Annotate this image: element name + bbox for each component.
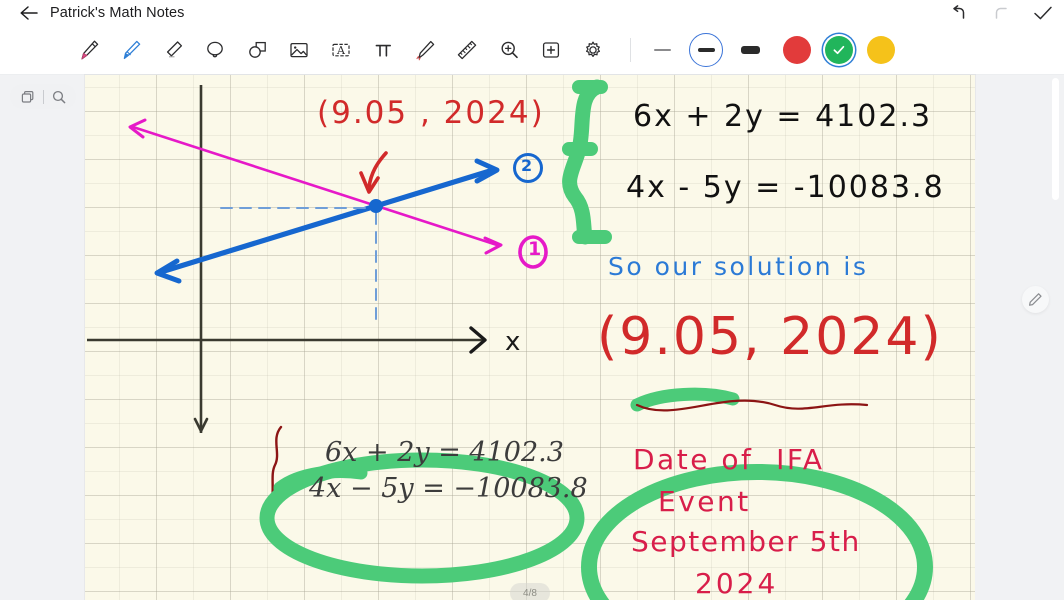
coordinate-annotation: (9.05 , 2024) <box>317 95 545 131</box>
pen-icon <box>81 40 99 60</box>
math-tool[interactable] <box>362 31 404 69</box>
page-tools-pill <box>10 84 76 109</box>
undo-icon <box>953 5 965 19</box>
intersection-point <box>369 199 383 213</box>
done-button[interactable] <box>1032 2 1054 24</box>
stroke-width-thin[interactable] <box>645 33 679 67</box>
highlighter-icon <box>123 40 141 60</box>
ruler-icon <box>457 40 477 60</box>
redo-icon <box>995 7 1007 19</box>
color-red[interactable] <box>783 36 811 64</box>
color-yellow[interactable] <box>867 36 895 64</box>
typeset-equation-1: 6x + 2y = 4102.3 <box>325 437 564 468</box>
color-palette <box>783 36 895 64</box>
checkmark-icon <box>1034 6 1052 20</box>
back-arrow-icon <box>20 6 38 20</box>
undo-button[interactable] <box>948 2 970 24</box>
redo-button[interactable] <box>990 2 1012 24</box>
badge-label-1: 1 <box>528 238 543 260</box>
zoom-tool[interactable] <box>488 31 530 69</box>
svg-text:A: A <box>336 44 346 57</box>
page-counter: 4/8 <box>510 583 550 600</box>
ruler-tool[interactable] <box>446 31 488 69</box>
add-tool[interactable] <box>530 31 572 69</box>
settings-tool[interactable] <box>572 31 614 69</box>
note-line-2: Event <box>658 485 751 518</box>
eraser-tool[interactable] <box>152 31 194 69</box>
stroke-width-group <box>645 33 767 67</box>
add-page-icon <box>542 42 560 58</box>
system-equation-2: 4x - 5y = -10083.8 <box>626 170 945 205</box>
x-axis-label: x <box>505 327 520 357</box>
search-icon <box>52 90 65 103</box>
shape-icon <box>249 41 266 58</box>
pen-tool[interactable] <box>68 31 110 69</box>
note-line-3: September 5th <box>631 525 861 558</box>
toolbar-divider <box>630 38 631 62</box>
green-brace-highlight <box>562 79 605 245</box>
color-green[interactable] <box>825 36 853 64</box>
page-title: Patrick's Math Notes <box>50 5 185 21</box>
color-selected-check-icon <box>833 45 845 55</box>
eraser-icon <box>166 41 183 58</box>
tool-group: A <box>68 31 614 69</box>
solution-intro-text: So our solution is <box>608 252 869 281</box>
marker-icon <box>416 40 435 61</box>
note-page[interactable]: x (9.05 , 2024) 2 1 6x + 2y = 4102.3 4x … <box>85 75 975 600</box>
text-tool[interactable]: A <box>320 31 362 69</box>
solution-value-text: (9.05, 2024) <box>597 307 943 367</box>
lasso-icon <box>207 41 223 58</box>
workspace: x (9.05 , 2024) 2 1 6x + 2y = 4102.3 4x … <box>0 75 1064 600</box>
shape-tool[interactable] <box>236 31 278 69</box>
right-rail <box>975 150 1064 600</box>
badge-label-2: 2 <box>521 156 534 175</box>
blue-line <box>158 167 496 275</box>
image-icon <box>290 42 308 58</box>
marker-tool[interactable] <box>404 31 446 69</box>
pencil-edit-icon <box>1029 293 1042 306</box>
zoom-in-icon <box>501 41 518 59</box>
lasso-tool[interactable] <box>194 31 236 69</box>
search-button[interactable] <box>44 84 74 109</box>
text-box-icon: A <box>332 43 350 57</box>
title-bar-actions <box>948 0 1054 26</box>
highlighter-tool[interactable] <box>110 31 152 69</box>
stroke-width-thick[interactable] <box>733 33 767 67</box>
system-equation-1: 6x + 2y = 4102.3 <box>633 99 933 134</box>
edit-button[interactable] <box>1022 286 1049 313</box>
magenta-line-arrow-right <box>483 236 503 255</box>
pages-icon <box>21 90 33 103</box>
image-tool[interactable] <box>278 31 320 69</box>
stroke-width-medium[interactable] <box>689 33 723 67</box>
title-bar: Patrick's Math Notes <box>0 0 1064 26</box>
app-root: Patrick's Math Notes A x (9.05 , 2024) 2… <box>0 0 1064 600</box>
typeset-equation-2: 4x − 5y = −10083.8 <box>309 473 588 504</box>
drawing-toolbar: A <box>0 26 1064 75</box>
pi-icon <box>375 44 391 57</box>
pages-button[interactable] <box>13 84 43 109</box>
gear-icon <box>585 41 601 58</box>
note-line-1: Date of IFA <box>633 443 825 476</box>
vertical-scrollbar[interactable] <box>1052 78 1059 200</box>
back-button[interactable] <box>14 1 44 25</box>
note-line-4: 2024 <box>695 567 779 600</box>
